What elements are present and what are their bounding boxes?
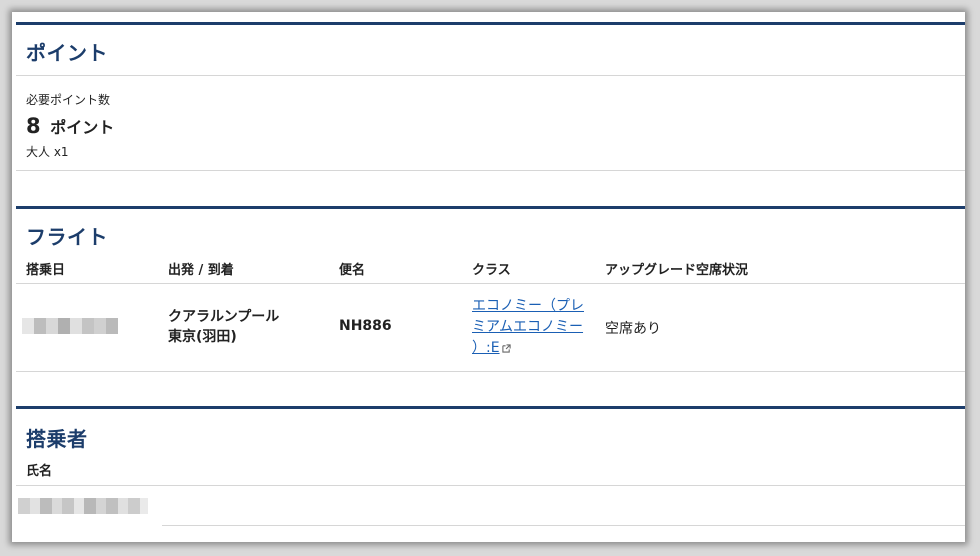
divider [162,525,965,526]
fare-class-line2: ミアムエコノミー [472,319,584,335]
divider [16,170,965,171]
external-link-icon [501,343,511,353]
header-flight-number: 便名 [339,263,366,278]
route-cell: クアラルンプール 東京(羽田) [168,307,279,347]
header-upgrade-availability: アップグレード空席状況 [605,263,749,278]
flight-section-title: フライト [26,225,108,249]
fare-class-line3: ）:E [472,340,500,356]
required-points-label: 必要ポイント数 [26,93,111,107]
boarding-date-redacted [22,318,118,334]
points-section-title: ポイント [26,41,108,65]
reservation-summary-panel: ポイント 必要ポイント数 8 ポイント 大人 x1 フライト 搭乗日 出発 / … [12,12,965,542]
passengers-section: 搭乗者 氏名 [16,406,965,542]
divider [16,371,965,372]
points-unit: ポイント [50,118,115,137]
divider [16,75,965,76]
fare-class-link[interactable]: エコノミー（プレ ミアムエコノミー ）:E [472,298,584,356]
header-class: クラス [472,263,511,278]
divider [16,283,965,284]
passenger-name-redacted [18,498,158,514]
departure-city: クアラルンプール [168,309,280,325]
header-passenger-name: 氏名 [26,464,53,479]
flight-section: フライト 搭乗日 出発 / 到着 便名 クラス アップグレード空席状況 クアラル… [16,206,965,379]
passengers-section-title: 搭乗者 [26,427,88,451]
header-boarding-date: 搭乗日 [26,263,66,278]
passenger-count: 大人 x1 [26,145,69,159]
header-route: 出発 / 到着 [168,263,234,278]
arrival-city: 東京(羽田) [168,329,237,345]
upgrade-status: 空席あり [605,321,661,337]
required-points-value: 8 ポイント [26,114,114,138]
points-section: ポイント 必要ポイント数 8 ポイント 大人 x1 [16,22,965,185]
points-number: 8 [26,114,41,138]
flight-number: NH886 [339,318,392,334]
divider [16,485,965,486]
class-cell: エコノミー（プレ ミアムエコノミー ）:E [472,295,597,358]
fare-class-line1: エコノミー（プレ [472,298,584,314]
